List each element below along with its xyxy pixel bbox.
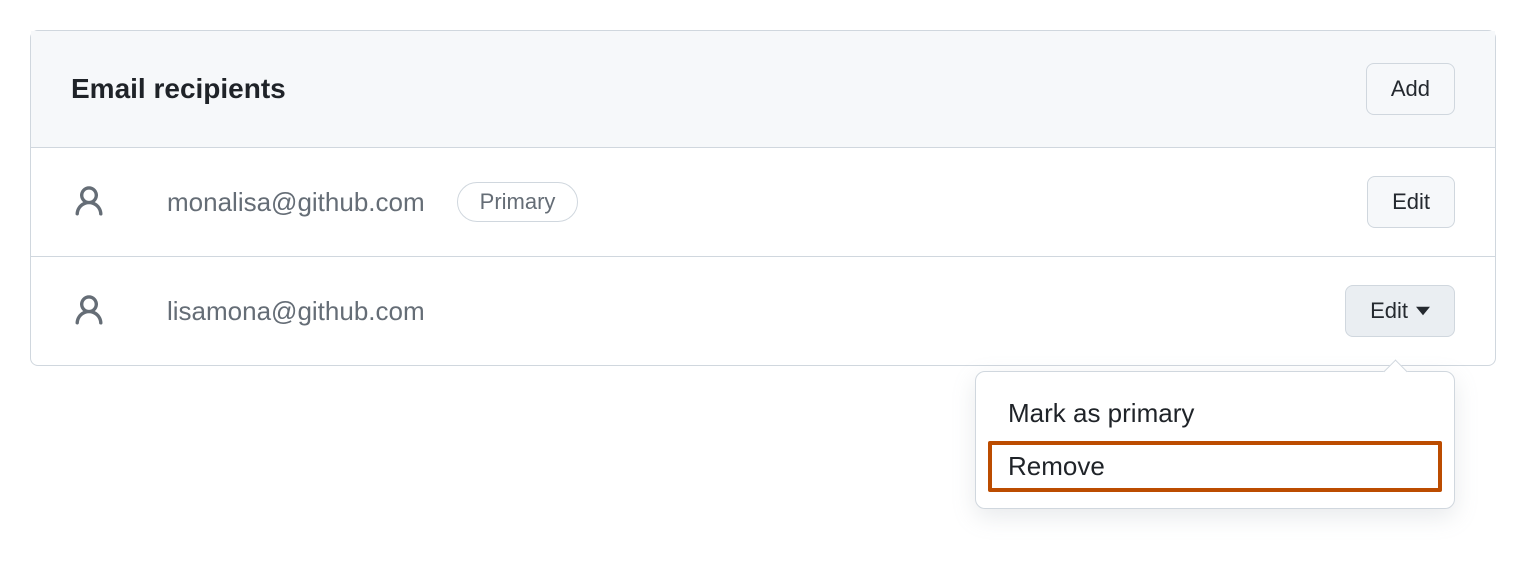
edit-dropdown-menu: Mark as primary Remove [975,371,1455,509]
caret-down-icon [1416,306,1430,316]
person-icon [71,184,119,220]
panel-title: Email recipients [71,73,286,105]
remove-item[interactable]: Remove [988,441,1442,492]
edit-button[interactable]: Edit [1367,176,1455,228]
edit-button-label: Edit [1392,189,1430,215]
edit-dropdown-button[interactable]: Edit [1345,285,1455,337]
add-button-label: Add [1391,76,1430,102]
recipient-row: lisamona@github.com Edit Mark as primary… [31,257,1495,365]
mark-as-primary-item[interactable]: Mark as primary [988,388,1442,439]
email-recipients-panel: Email recipients Add monalisa@github.com… [30,30,1496,366]
primary-badge: Primary [457,182,579,222]
recipient-email: monalisa@github.com [167,187,425,218]
recipient-row: monalisa@github.com Primary Edit [31,148,1495,257]
edit-button-label: Edit [1370,298,1408,324]
add-button[interactable]: Add [1366,63,1455,115]
person-icon [71,293,119,329]
recipient-email: lisamona@github.com [167,296,425,327]
panel-header: Email recipients Add [31,31,1495,148]
